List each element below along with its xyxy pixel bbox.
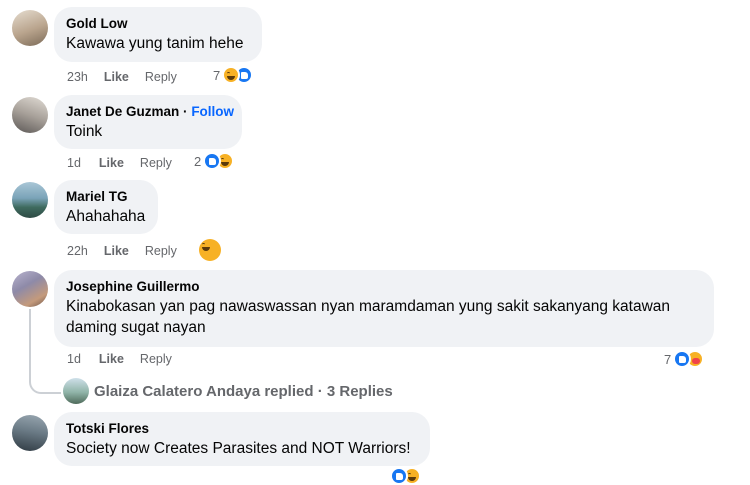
avatar[interactable] [12, 97, 48, 133]
comment-bubble: Totski Flores Society now Creates Parasi… [54, 412, 430, 466]
avatar[interactable] [12, 182, 48, 218]
comment-actions: 1d Like Reply [67, 156, 188, 170]
like-icon [390, 467, 408, 485]
comment-author-row: Janet De Guzman · Follow [66, 103, 234, 121]
comment-text: Kawawa yung tanim hehe [66, 35, 244, 52]
reply-button[interactable]: Reply [145, 70, 177, 84]
comment-actions: 1d Like Reply [67, 352, 188, 366]
reply-button[interactable]: Reply [145, 244, 177, 258]
reaction-count: 7 [213, 67, 221, 83]
comment-author[interactable]: Mariel TG [66, 188, 146, 206]
avatar[interactable] [63, 378, 89, 404]
reaction-count: 2 [194, 153, 202, 169]
avatar[interactable] [12, 415, 48, 451]
reply-button[interactable]: Reply [140, 156, 172, 170]
comment-actions: 23h Like Reply [67, 70, 193, 84]
avatar[interactable] [12, 271, 48, 307]
comment-author[interactable]: Gold Low [66, 15, 250, 33]
reaction-summary[interactable]: 2 [194, 152, 235, 170]
like-button[interactable]: Like [104, 70, 129, 84]
reaction-count: 7 [664, 351, 672, 367]
separator: · [183, 104, 188, 119]
comment-actions: 22h Like Reply [67, 244, 193, 258]
comment-text: Toink [66, 123, 103, 140]
comment-author[interactable]: Josephine Guillermo [66, 278, 702, 296]
reaction-summary[interactable]: 7 [213, 66, 254, 84]
comment-bubble: Gold Low Kawawa yung tanim hehe [54, 7, 262, 62]
comment-bubble: Janet De Guzman · Follow Toink [54, 95, 242, 149]
reaction-summary[interactable] [199, 239, 221, 261]
view-replies-link[interactable]: Glaiza Calatero Andaya replied · 3 Repli… [94, 383, 393, 400]
like-button[interactable]: Like [99, 352, 124, 366]
comment-timestamp[interactable]: 1d [67, 156, 81, 170]
reaction-summary[interactable]: 7 [664, 350, 705, 368]
like-button[interactable]: Like [104, 244, 129, 258]
comment-timestamp[interactable]: 1d [67, 352, 81, 366]
like-button[interactable]: Like [99, 156, 124, 170]
comment-author[interactable]: Totski Flores [66, 420, 418, 438]
comment-bubble: Mariel TG Ahahahaha [54, 180, 158, 234]
comment-timestamp[interactable]: 23h [67, 70, 88, 84]
comment-timestamp[interactable]: 22h [67, 244, 88, 258]
thread-connector [29, 309, 61, 394]
haha-icon [199, 239, 221, 261]
reaction-summary[interactable] [390, 467, 421, 485]
comment-bubble: Josephine Guillermo Kinabokasan yan pag … [54, 270, 714, 347]
comment-text: Ahahahaha [66, 208, 146, 225]
comment-text: Kinabokasan yan pag nawaswassan nyan mar… [66, 298, 671, 336]
comment-text: Society now Creates Parasites and NOT Wa… [66, 440, 411, 457]
reply-button[interactable]: Reply [140, 352, 172, 366]
follow-button[interactable]: Follow [191, 104, 234, 119]
avatar[interactable] [12, 10, 48, 46]
comment-author[interactable]: Janet De Guzman [66, 104, 179, 119]
